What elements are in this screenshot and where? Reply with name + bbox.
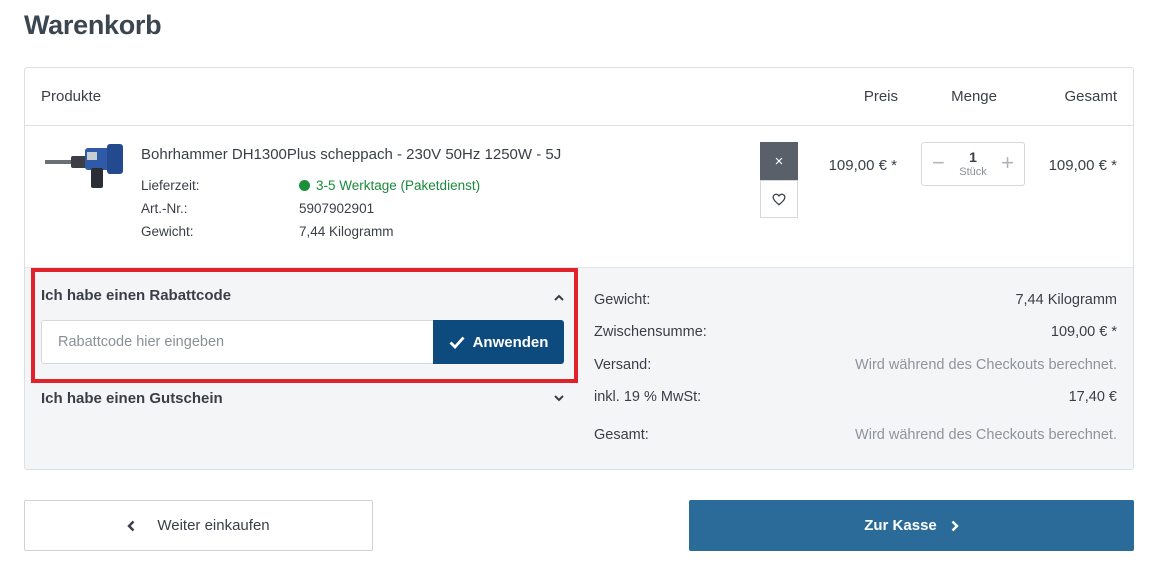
- close-icon: ×: [774, 152, 784, 170]
- add-to-wishlist-button[interactable]: [760, 180, 798, 218]
- column-price: Preis: [863, 88, 898, 105]
- summary-shipping-label: Versand:: [594, 357, 652, 373]
- heart-icon: [772, 193, 786, 205]
- summary-weight-label: Gewicht:: [594, 292, 651, 308]
- delivery-label: Lieferzeit:: [141, 178, 200, 193]
- availability-dot-icon: [299, 180, 310, 191]
- remove-item-button[interactable]: ×: [760, 142, 798, 180]
- apply-coupon-button[interactable]: Anwenden: [433, 320, 564, 364]
- cart-footer: Ich habe einen Rabattcode Anwenden Ich h…: [25, 268, 1133, 469]
- coupon-input[interactable]: [41, 320, 434, 364]
- voucher-accordion-title[interactable]: Ich habe einen Gutschein: [41, 390, 223, 407]
- summary-total-value: Wird während des Checkouts berechnet.: [855, 427, 1117, 443]
- chevron-left-icon: [127, 520, 135, 531]
- column-quantity: Menge: [951, 88, 997, 105]
- delivery-value: 3-5 Werktage (Paketdienst): [316, 178, 481, 193]
- chevron-down-icon[interactable]: [553, 392, 565, 404]
- coupon-accordion-title[interactable]: Ich habe einen Rabattcode: [41, 287, 231, 304]
- checkout-label: Zur Kasse: [864, 517, 937, 534]
- column-products: Produkte: [41, 88, 102, 105]
- weight-value: 7,44 Kilogramm: [299, 224, 394, 239]
- summary-subtotal-label: Zwischensumme:: [594, 324, 707, 340]
- chevron-right-icon: [951, 520, 959, 531]
- summary-vat-value: 17,40 €: [1068, 389, 1117, 405]
- summary-weight-value: 7,44 Kilogramm: [1015, 292, 1117, 308]
- summary-total-label: Gesamt:: [594, 427, 649, 443]
- checkout-button[interactable]: Zur Kasse: [689, 500, 1134, 551]
- quantity-stepper[interactable]: − 1 Stück +: [921, 142, 1025, 186]
- weight-label: Gewicht:: [141, 224, 194, 239]
- continue-shopping-label: Weiter einkaufen: [157, 517, 270, 534]
- line-total: 109,00 € *: [1048, 157, 1117, 174]
- delivery-status: 3-5 Werktage (Paketdienst): [299, 178, 480, 193]
- page-title: Warenkorb: [24, 10, 162, 40]
- summary-shipping-value: Wird während des Checkouts berechnet.: [855, 357, 1117, 373]
- product-name[interactable]: Bohrhammer DH1300Plus scheppach - 230V 5…: [141, 146, 561, 163]
- unit-price: 109,00 € *: [828, 157, 897, 174]
- summary-vat-label: inkl. 19 % MwSt:: [594, 389, 702, 405]
- cart-item: Bohrhammer DH1300Plus scheppach - 230V 5…: [25, 126, 1133, 268]
- continue-shopping-button[interactable]: Weiter einkaufen: [24, 500, 373, 551]
- apply-coupon-label: Anwenden: [472, 333, 549, 351]
- plus-icon[interactable]: +: [1001, 152, 1014, 174]
- sku-label: Art.-Nr.:: [141, 201, 188, 216]
- check-icon: [449, 336, 465, 349]
- product-image[interactable]: [43, 140, 125, 192]
- sku-value: 5907902901: [299, 201, 375, 216]
- cart-table: Produkte Preis Menge Gesamt Bohrhammer D…: [24, 67, 1134, 470]
- cart-header: Produkte Preis Menge Gesamt: [25, 68, 1133, 126]
- summary-subtotal-value: 109,00 € *: [1050, 324, 1117, 340]
- chevron-up-icon[interactable]: [553, 292, 565, 304]
- column-total: Gesamt: [1064, 88, 1117, 105]
